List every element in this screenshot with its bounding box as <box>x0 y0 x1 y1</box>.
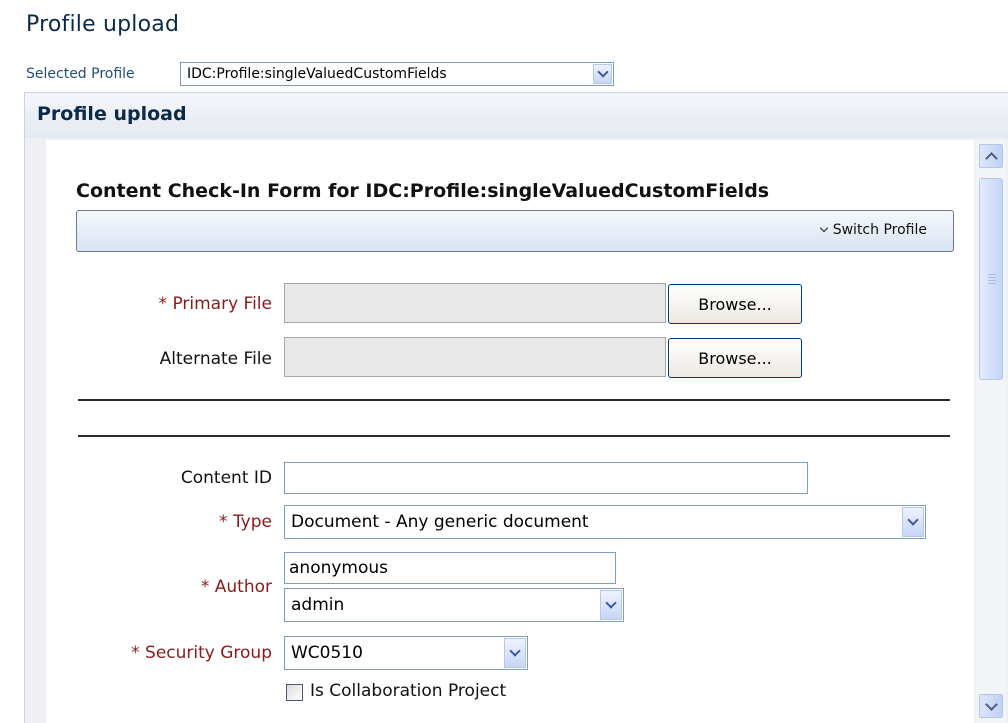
switch-profile-button[interactable]: Switch Profile <box>819 222 927 238</box>
type-select[interactable]: Document - Any generic document <box>284 505 926 539</box>
security-group-label: * Security Group <box>131 643 272 663</box>
security-group-select[interactable]: WC0510 <box>284 636 528 670</box>
primary-file-browse-button[interactable]: Browse... <box>668 284 802 324</box>
type-value: Document - Any generic document <box>291 512 589 532</box>
author-input[interactable]: anonymous <box>284 552 616 584</box>
page-title: Profile upload <box>26 12 180 37</box>
separator-line <box>78 435 950 437</box>
chevron-down-icon[interactable] <box>902 507 924 537</box>
author-select-value: admin <box>291 595 345 615</box>
chevron-down-icon <box>819 223 828 233</box>
switch-profile-bar: Switch Profile <box>76 210 954 252</box>
collaboration-checkbox[interactable] <box>286 684 303 701</box>
content-id-label: Content ID <box>180 468 272 488</box>
author-select[interactable]: admin <box>284 588 624 622</box>
selected-profile-select[interactable]: IDC:Profile:singleValuedCustomFields <box>180 62 614 86</box>
chevron-down-icon[interactable] <box>600 590 622 620</box>
scroll-down-arrow-icon[interactable] <box>979 694 1003 718</box>
collaboration-label: Is Collaboration Project <box>310 681 507 701</box>
content-id-input[interactable] <box>284 462 808 494</box>
scroll-up-arrow-icon[interactable] <box>979 144 1003 168</box>
type-label: * Type <box>219 512 272 532</box>
selected-profile-label: Selected Profile <box>26 66 135 82</box>
switch-profile-label: Switch Profile <box>832 222 927 238</box>
alternate-file-browse-button[interactable]: Browse... <box>668 338 802 378</box>
page: Profile upload Selected Profile IDC:Prof… <box>0 0 1008 723</box>
author-value: anonymous <box>289 558 389 578</box>
author-label: * Author <box>200 577 272 597</box>
alternate-file-input[interactable] <box>284 337 666 377</box>
primary-file-label: * Primary File <box>158 294 272 314</box>
security-group-value: WC0510 <box>291 643 363 663</box>
selected-profile-value: IDC:Profile:singleValuedCustomFields <box>187 66 447 82</box>
vertical-scrollbar[interactable] <box>976 140 1006 723</box>
scrollbar-thumb[interactable] <box>979 178 1003 380</box>
panel-title: Profile upload <box>37 103 187 125</box>
alternate-file-label: Alternate File <box>159 349 272 369</box>
form-title: Content Check-In Form for IDC:Profile:si… <box>76 180 770 202</box>
chevron-down-icon[interactable] <box>593 64 612 84</box>
chevron-down-icon[interactable] <box>504 638 526 668</box>
separator-line <box>78 399 950 401</box>
primary-file-input[interactable] <box>284 283 666 323</box>
panel-header: Profile upload <box>24 92 1008 138</box>
